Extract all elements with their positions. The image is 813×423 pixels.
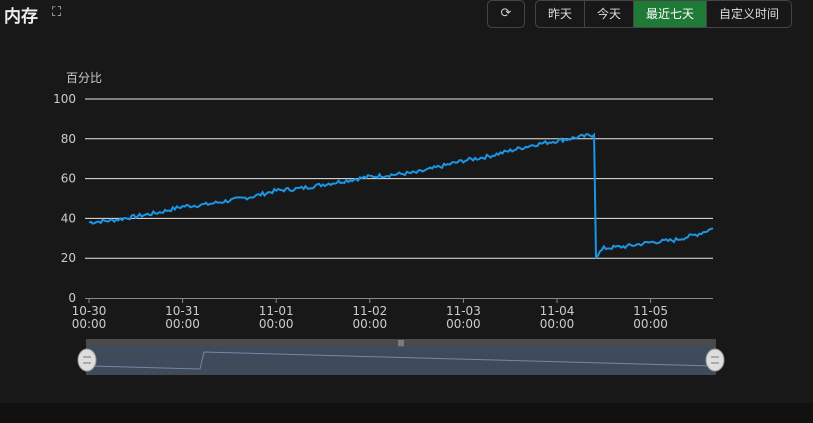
y-tick-label: 60 <box>61 172 76 186</box>
y-tick-label: 100 <box>53 92 76 106</box>
y-tick-label: 80 <box>61 132 76 146</box>
datazoom-right-handle[interactable] <box>705 348 725 372</box>
x-tick-label: 10-30 00:00 <box>72 304 107 331</box>
y-tick-label: 0 <box>68 291 76 305</box>
x-tick-label: 11-02 00:00 <box>352 304 387 331</box>
x-tick-label: 10-31 00:00 <box>165 304 200 331</box>
y-tick-label: 20 <box>61 251 76 265</box>
x-tick-label: 11-05 00:00 <box>633 304 668 331</box>
x-tick-label: 11-04 00:00 <box>540 304 575 331</box>
x-tick-label: 11-01 00:00 <box>259 304 294 331</box>
x-tick-label: 11-03 00:00 <box>446 304 481 331</box>
memory-chart: 0 20 40 60 80 100 10-30 00:00 10-31 00:00 11-01 00:… <box>53 92 725 375</box>
footer-bar <box>0 403 813 423</box>
memory-series-line <box>88 132 714 260</box>
datazoom-selected-range <box>86 346 716 375</box>
datazoom-move-handle: ||| <box>398 340 404 347</box>
y-tick-label: 40 <box>61 211 76 225</box>
datazoom-left-handle[interactable] <box>77 348 97 372</box>
